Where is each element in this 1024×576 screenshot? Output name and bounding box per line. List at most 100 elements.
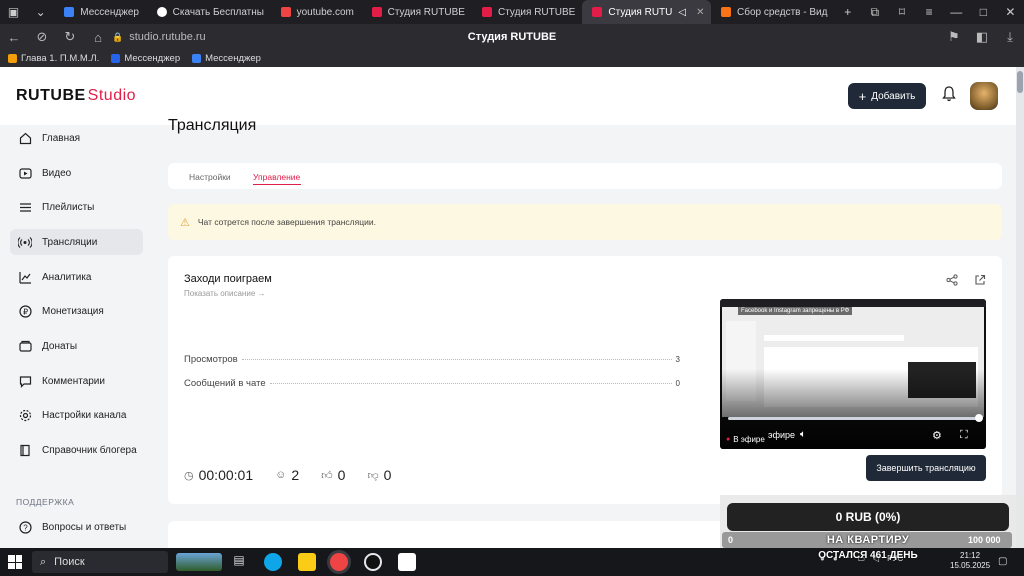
shield-icon[interactable]: ⊘: [28, 29, 56, 45]
sidebar-item-analytics[interactable]: Аналитика: [10, 264, 143, 290]
donation-icon: [18, 339, 32, 353]
live-badge-label: В эфире: [733, 435, 765, 444]
live-dot-icon: ●: [726, 436, 731, 443]
home-icon: [18, 131, 32, 145]
bookmark-item[interactable]: Мессенджер: [192, 53, 261, 64]
notifications-bell-icon[interactable]: [940, 86, 958, 106]
extensions-icon[interactable]: ◧: [968, 29, 996, 45]
sidebar-item-label: Главная: [42, 132, 81, 144]
preview-progress-bar[interactable]: [728, 417, 978, 420]
reload-icon[interactable]: ↻: [56, 29, 84, 45]
rutube-studio-logo[interactable]: RUTUBE Studio: [16, 87, 136, 105]
sidebar-item-label: Трансляции: [42, 236, 98, 248]
sidebar-item-donations[interactable]: Донаты: [10, 333, 143, 359]
broadcast-icon: [18, 235, 32, 249]
tab-list-icon[interactable]: ⌄: [27, 5, 54, 19]
yandex-browser-icon[interactable]: [330, 553, 348, 571]
open-external-icon[interactable]: [974, 274, 986, 289]
tab-favicon-icon: [156, 7, 167, 17]
duration-metric: ◷ 00:00:01: [184, 467, 253, 483]
tab-mute-icon[interactable]: ◁: [678, 7, 686, 18]
scrollbar-thumb[interactable]: [1017, 71, 1023, 93]
thumbs-down-icon: 👎︎: [367, 469, 379, 482]
warning-icon: ⚠: [180, 216, 190, 229]
menu-icon[interactable]: ≡: [916, 5, 943, 19]
sidebar-item-comments[interactable]: Комментарии: [10, 368, 143, 394]
obs-icon[interactable]: [364, 553, 382, 571]
windows-start-icon[interactable]: [8, 555, 22, 569]
tab-label: Студия RUTUBE: [387, 6, 465, 18]
file-explorer-icon[interactable]: [298, 553, 316, 571]
add-button[interactable]: + Добавить: [848, 83, 926, 109]
taskbar-weather-widget[interactable]: [176, 553, 222, 571]
donation-amount: 0 RUB (0%): [727, 503, 1009, 531]
add-button-label: Добавить: [871, 90, 916, 102]
sidebar-item-broadcasts[interactable]: Трансляции: [10, 229, 143, 255]
sidebar-item-label: Справочник блогера: [42, 444, 137, 456]
tab-label: Сбор средств - Вид: [737, 6, 828, 18]
tab-settings[interactable]: Настройки: [189, 172, 231, 182]
browser-tab[interactable]: Скачать Бесплатны: [147, 0, 271, 24]
bookmark-page-icon[interactable]: ⚑: [940, 29, 968, 45]
tab-label: youtube.com: [296, 6, 354, 18]
edge-icon[interactable]: [264, 553, 282, 571]
volume-icon[interactable]: 🔈︎: [800, 429, 806, 440]
duration-value: 00:00:01: [198, 467, 254, 483]
stream-title: Заходи поиграем: [184, 273, 272, 285]
preview-progress-knob[interactable]: [975, 414, 983, 422]
monetization-icon: ₽: [18, 304, 32, 318]
sidebar-item-faq[interactable]: ? Вопросы и ответы: [10, 514, 143, 540]
support-section-label: ПОДДЕРЖКА: [16, 497, 75, 507]
share-icon[interactable]: [946, 274, 958, 289]
show-description-link[interactable]: Показать описание →: [184, 289, 266, 298]
task-view-icon[interactable]: ▤: [230, 553, 248, 571]
browser-tab[interactable]: Студия RUTUBE: [362, 0, 472, 24]
dislikes-value: 0: [383, 467, 392, 483]
sidebar-item-monetization[interactable]: ₽ Монетизация: [10, 298, 143, 324]
sidebar-item-playlists[interactable]: Плейлисты: [10, 194, 143, 220]
collections-icon[interactable]: ⧉: [861, 5, 888, 20]
browser-tab-active[interactable]: Студия RUTU ◁ ✕: [582, 0, 711, 24]
url-field[interactable]: studio.rutube.ru: [129, 31, 205, 43]
bookmark-label: Мессенджер: [124, 53, 181, 64]
home-browser-icon[interactable]: ⌂: [84, 30, 112, 45]
end-broadcast-button[interactable]: Завершить трансляцию: [866, 455, 986, 481]
download-icon[interactable]: ⤓: [996, 29, 1024, 45]
bookmarks-icon[interactable]: ⌑: [888, 5, 915, 19]
clock-date: 15.05.2025: [950, 561, 991, 570]
bookmark-item[interactable]: Мессенджер: [111, 53, 180, 64]
bookmarks-bar: Глава 1. П.М.М.Л. Мессенджер Мессенджер: [0, 50, 1024, 67]
tab-management[interactable]: Управление: [253, 172, 300, 182]
user-avatar[interactable]: [970, 82, 998, 110]
page-scrollbar[interactable]: [1016, 67, 1024, 548]
browser-tab[interactable]: Студия RUTUBE: [472, 0, 582, 24]
tab-close-icon[interactable]: ✕: [696, 7, 704, 18]
fullscreen-icon[interactable]: ⛶: [960, 429, 968, 442]
taskbar-search[interactable]: ⌕ Поиск: [32, 551, 168, 573]
sidebar-item-channel-settings[interactable]: Настройки канала: [10, 402, 143, 428]
bookmark-item[interactable]: Глава 1. П.М.М.Л.: [8, 53, 99, 64]
sidebar-item-blogger-guide[interactable]: Справочник блогера: [10, 437, 143, 463]
browser-tab[interactable]: youtube.com: [271, 0, 362, 24]
stream-preview-player[interactable]: Facebook и Instagram запрещены в РФ ● В э…: [720, 299, 986, 449]
player-settings-icon[interactable]: ⚙: [932, 429, 942, 442]
game-icon[interactable]: [398, 553, 416, 571]
sidebar-item-home[interactable]: Главная: [10, 125, 143, 151]
bookmark-label: Глава 1. П.М.М.Л.: [21, 53, 100, 64]
maximize-icon[interactable]: □: [970, 5, 997, 19]
sidebar-item-video[interactable]: Видео: [10, 160, 143, 186]
back-icon[interactable]: ←: [0, 30, 28, 45]
browser-tab[interactable]: Мессенджер: [54, 0, 146, 24]
new-tab-icon[interactable]: +: [834, 5, 861, 19]
search-icon: ⌕: [40, 555, 47, 568]
close-window-icon[interactable]: ✕: [997, 5, 1024, 19]
browser-tab[interactable]: Сбор средств - Вид: [711, 0, 834, 24]
live-badge: ● В эфире: [726, 435, 765, 444]
browser-menu-icon[interactable]: ▣: [0, 5, 27, 19]
stat-views: Просмотров 3: [184, 354, 680, 365]
minimize-icon[interactable]: —: [943, 5, 970, 19]
donation-goal: НА КВАРТИРУ: [826, 534, 910, 546]
lock-icon: 🔒: [112, 31, 124, 42]
dislikes-metric: 👎︎ 0: [367, 467, 391, 483]
sidebar-item-label: Донаты: [42, 340, 78, 352]
